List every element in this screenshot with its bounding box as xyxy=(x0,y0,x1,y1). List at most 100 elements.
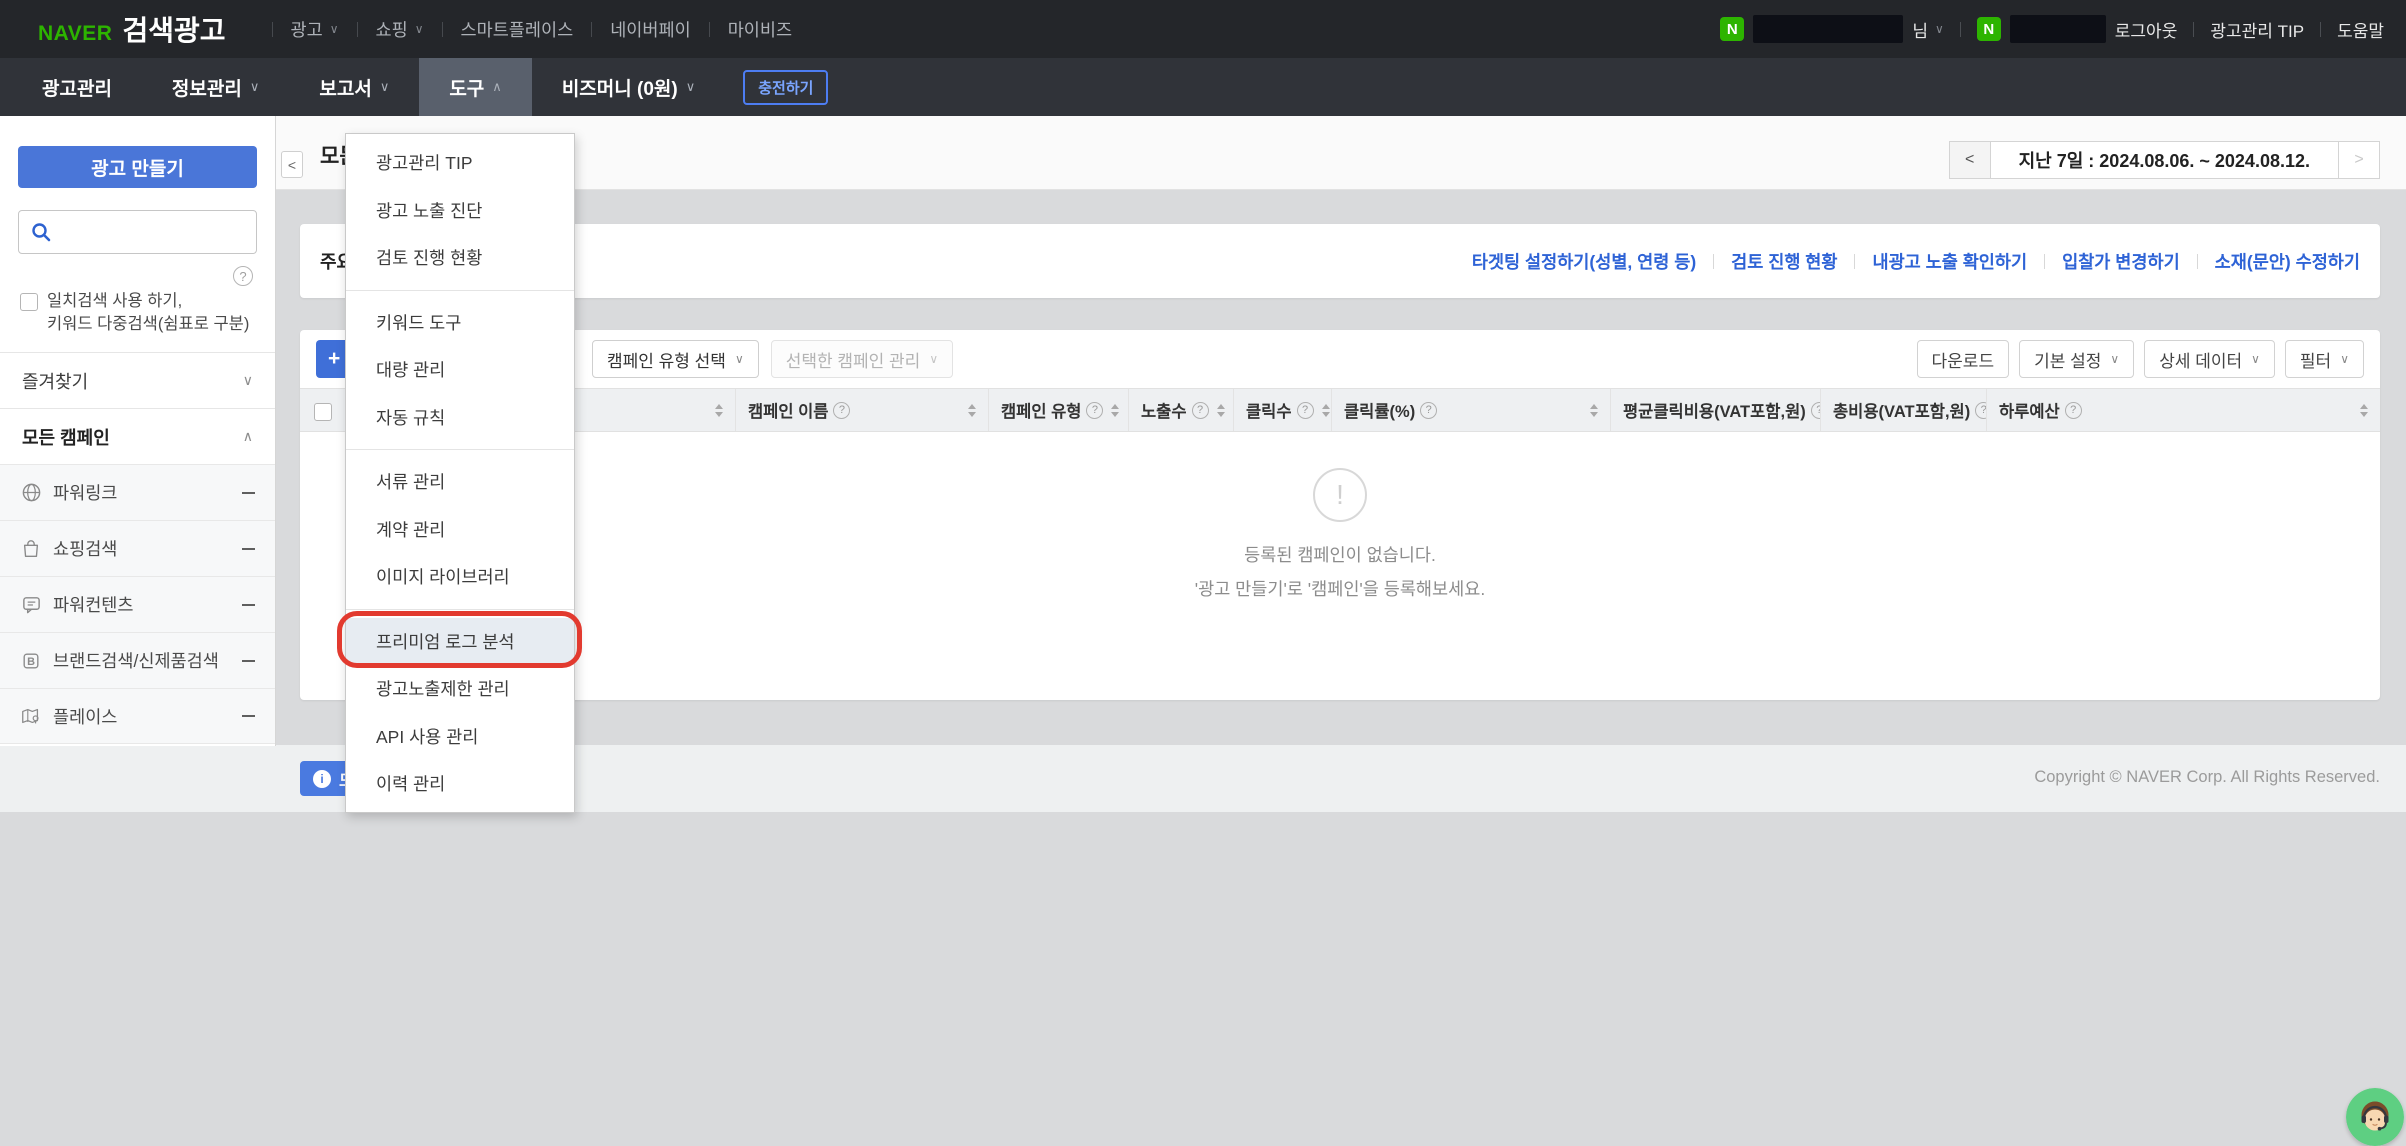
date-range-label[interactable]: 지난 7일 : 2024.08.06. ~ 2024.08.12. xyxy=(1991,141,2338,179)
table-toolbar: + 캠페인 유형 선택∨ 선택한 캠페인 관리∨ 다운로드 기본 설정∨ 상세 … xyxy=(300,330,2380,388)
charge-button[interactable]: 충전하기 xyxy=(743,70,828,105)
sidebar-collapse-button[interactable]: < xyxy=(281,151,303,178)
sidebar-item-all-campaigns[interactable]: 모든 캠페인 ∧ xyxy=(0,408,275,464)
campaign-type-select[interactable]: 캠페인 유형 선택∨ xyxy=(592,340,759,378)
campaign-table-card: + 캠페인 유형 선택∨ 선택한 캠페인 관리∨ 다운로드 기본 설정∨ 상세 … xyxy=(300,330,2380,700)
dropdown-item-auto-rules[interactable]: 자동 규칙 xyxy=(346,394,574,442)
sort-icon[interactable] xyxy=(2352,404,2368,417)
create-ad-button[interactable]: 광고 만들기 xyxy=(18,146,257,188)
collapse-minus-icon[interactable] xyxy=(242,660,255,662)
naver-logo[interactable]: NAVER 검색광고 xyxy=(38,9,226,49)
top-menu-naverpay[interactable]: 네이버페이 xyxy=(610,17,691,42)
top-menu-ad[interactable]: 광고∨ xyxy=(291,17,339,42)
sort-icon[interactable] xyxy=(707,404,723,417)
divider xyxy=(357,22,358,37)
header-cell-avg-cpc: 평균클릭비용(VAT포함,원) xyxy=(1611,389,1821,431)
sort-icon[interactable] xyxy=(1582,404,1598,417)
link-review-status[interactable]: 검토 진행 현황 xyxy=(1731,249,1837,274)
date-next-button[interactable]: > xyxy=(2338,141,2380,179)
top-menu-smartplace[interactable]: 스마트플레이스 xyxy=(461,17,574,42)
link-change-bid[interactable]: 입찰가 변경하기 xyxy=(2062,249,2180,274)
sort-icon[interactable] xyxy=(1314,404,1330,417)
dropdown-item-premium-log-analysis[interactable]: 프리미엄 로그 분석 xyxy=(346,618,574,666)
detail-data-button[interactable]: 상세 데이터∨ xyxy=(2144,340,2275,378)
sort-icon[interactable] xyxy=(1209,404,1225,417)
chevron-down-icon: ∨ xyxy=(330,22,339,36)
dropdown-item-review-status[interactable]: 검토 진행 현황 xyxy=(346,234,574,282)
help-link[interactable]: 도움말 xyxy=(2337,17,2384,42)
dropdown-item-document-management[interactable]: 서류 관리 xyxy=(346,458,574,506)
chevron-down-icon: ∨ xyxy=(415,22,424,36)
match-search-checkbox[interactable] xyxy=(20,293,38,311)
help-question-icon[interactable] xyxy=(833,402,850,419)
dropdown-item-ad-tip[interactable]: 광고관리 TIP xyxy=(346,139,574,187)
nav-tools[interactable]: 도구∧ xyxy=(419,58,531,116)
help-question-icon[interactable] xyxy=(1297,402,1314,419)
nav-report[interactable]: 보고서∨ xyxy=(289,58,419,116)
top-menu-shopping[interactable]: 쇼핑∨ xyxy=(376,17,424,42)
link-targeting-settings[interactable]: 타겟팅 설정하기(성별, 연령 등) xyxy=(1472,249,1696,274)
divider xyxy=(2044,254,2045,269)
dropdown-item-exposure-diagnosis[interactable]: 광고 노출 진단 xyxy=(346,187,574,235)
empty-hint: '광고 만들기'로 '캠페인'을 등록해보세요. xyxy=(300,576,2380,601)
campaign-search-box[interactable] xyxy=(18,210,257,254)
sidebar-item-place[interactable]: 플레이스 xyxy=(0,688,275,744)
link-check-my-ad[interactable]: 내광고 노출 확인하기 xyxy=(1872,249,2027,274)
sidebar-item-shopping-search[interactable]: 쇼핑검색 xyxy=(0,520,275,576)
chevron-down-icon: ∨ xyxy=(2251,352,2260,366)
help-question-icon[interactable] xyxy=(1975,402,1987,419)
brand-b-icon: B xyxy=(20,650,42,672)
link-edit-creative[interactable]: 소재(문안) 수정하기 xyxy=(2215,249,2360,274)
help-question-icon[interactable] xyxy=(1086,402,1103,419)
chevron-down-icon: ∨ xyxy=(243,372,253,389)
sidebar: 광고 만들기 일치검색 사용 하기, 키워드 다중검색(쉼표로 구분) 즐겨찾기… xyxy=(0,116,276,746)
divider xyxy=(442,22,443,37)
chat-support-avatar[interactable] xyxy=(2346,1088,2404,1146)
empty-state: 등록된 캠페인이 없습니다. '광고 만들기'로 '캠페인'을 등록해보세요. xyxy=(300,432,2380,601)
collapse-minus-icon[interactable] xyxy=(242,548,255,550)
chevron-down-icon: ∨ xyxy=(2110,352,2119,366)
empty-message: 등록된 캠페인이 없습니다. xyxy=(300,542,2380,567)
dropdown-item-bulk-management[interactable]: 대량 관리 xyxy=(346,346,574,394)
sidebar-item-brand-search[interactable]: B 브랜드검색/신제품검색 xyxy=(0,632,275,688)
search-icon xyxy=(31,222,51,242)
collapse-minus-icon[interactable] xyxy=(242,492,255,494)
nav-bizmoney[interactable]: 비즈머니 (0원)∨ xyxy=(532,58,725,116)
logout-link[interactable]: 로그아웃 xyxy=(2115,17,2178,42)
dropdown-item-api-usage[interactable]: API 사용 관리 xyxy=(346,713,574,761)
sort-icon[interactable] xyxy=(1103,404,1119,417)
help-question-icon[interactable] xyxy=(233,266,253,286)
header-cell-ctr: 클릭률(%) xyxy=(1332,389,1611,431)
help-question-icon[interactable] xyxy=(1811,402,1821,419)
chevron-up-icon: ∧ xyxy=(243,428,253,445)
sidebar-item-favorites[interactable]: 즐겨찾기 ∨ xyxy=(0,352,275,408)
top-menu-mybiz[interactable]: 마이비즈 xyxy=(728,17,792,42)
dropdown-item-image-library[interactable]: 이미지 라이브러리 xyxy=(346,553,574,601)
help-question-icon[interactable] xyxy=(2065,402,2082,419)
selected-campaign-manage[interactable]: 선택한 캠페인 관리∨ xyxy=(771,340,953,378)
match-search-label: 일치검색 사용 하기, 키워드 다중검색(쉼표로 구분) xyxy=(47,290,249,336)
select-all-checkbox[interactable] xyxy=(314,403,332,421)
date-prev-button[interactable]: < xyxy=(1949,141,1991,179)
download-button[interactable]: 다운로드 xyxy=(1917,340,2010,378)
chevron-down-icon[interactable]: ∨ xyxy=(1935,22,1944,36)
nav-info-management[interactable]: 정보관리∨ xyxy=(142,58,289,116)
default-settings-button[interactable]: 기본 설정∨ xyxy=(2019,340,2134,378)
sidebar-item-powerlink[interactable]: 파워링크 xyxy=(0,464,275,520)
collapse-minus-icon[interactable] xyxy=(242,604,255,606)
dropdown-item-history-management[interactable]: 이력 관리 xyxy=(346,760,574,808)
ad-tip-link[interactable]: 광고관리 TIP xyxy=(2210,17,2304,42)
dropdown-item-contract-management[interactable]: 계약 관리 xyxy=(346,506,574,554)
help-question-icon[interactable] xyxy=(1192,402,1209,419)
sidebar-item-powercontents[interactable]: 파워컨텐츠 xyxy=(0,576,275,632)
filter-button[interactable]: 필터∨ xyxy=(2285,340,2364,378)
sort-icon[interactable] xyxy=(960,404,976,417)
collapse-minus-icon[interactable] xyxy=(242,715,255,717)
toolbar-right-buttons: 다운로드 기본 설정∨ 상세 데이터∨ 필터∨ xyxy=(1917,340,2364,378)
nav-ad-management[interactable]: 광고관리 xyxy=(12,58,142,116)
dropdown-item-ad-exposure-restriction[interactable]: 광고노출제한 관리 xyxy=(346,665,574,713)
table-header-row: 캠페인 이름 캠페인 유형 노출수 클릭수 클릭률(%) 평균클릭비용(VAT포… xyxy=(300,388,2380,432)
search-input[interactable] xyxy=(60,223,244,241)
dropdown-item-keyword-tool[interactable]: 키워드 도구 xyxy=(346,299,574,347)
help-question-icon[interactable] xyxy=(1420,402,1437,419)
